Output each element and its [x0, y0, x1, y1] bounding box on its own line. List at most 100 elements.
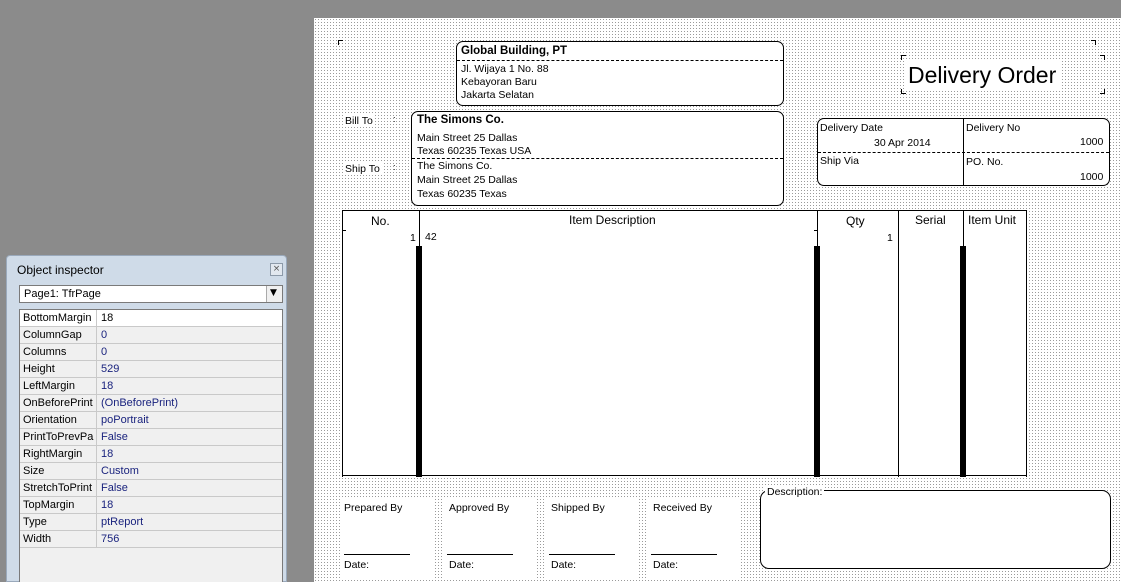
property-grid[interactable]: BottomMargin 18 ColumnGap 0 Columns 0 Heigh… [19, 309, 283, 582]
ship-via-label[interactable]: Ship Via [820, 155, 859, 167]
property-row[interactable]: Type ptReport [20, 514, 282, 531]
property-row[interactable]: Height 529 [20, 361, 282, 378]
property-value[interactable]: Custom [101, 463, 139, 479]
bill-to-line-2[interactable]: Texas 60235 Texas USA [417, 145, 531, 157]
ship-to-name[interactable]: The Simons Co. [417, 160, 492, 172]
property-name: Width [20, 531, 97, 547]
column-separator [419, 210, 420, 250]
title-frame-corner [901, 55, 906, 60]
company-address-1[interactable]: Jl. Wijaya 1 No. 88 [461, 63, 549, 75]
title-frame-corner [1100, 55, 1105, 60]
ship-to-label[interactable]: Ship To [343, 163, 382, 175]
property-row[interactable]: Size Custom [20, 463, 282, 480]
property-name: TopMargin [20, 497, 97, 513]
property-value[interactable]: 756 [101, 531, 119, 547]
property-name: LeftMargin [20, 378, 97, 394]
company-address-3[interactable]: Jakarta Selatan [461, 89, 534, 101]
property-row[interactable]: Orientation poPortrait [20, 412, 282, 429]
company-address-2[interactable]: Kebayoran Baru [461, 76, 537, 88]
bill-to-line-1[interactable]: Main Street 25 Dallas [417, 132, 517, 144]
band-divider [457, 60, 783, 61]
column-header-no[interactable]: No. [371, 215, 390, 227]
signature-line [447, 554, 513, 555]
dropdown-button[interactable]: ▼ [266, 286, 282, 302]
column-header-item-unit[interactable]: Item Unit [968, 214, 1016, 226]
delivery-date-label[interactable]: Delivery Date [820, 122, 883, 134]
object-inspector-panel[interactable]: Object inspector × Page1: TfrPage ▼ Bott… [6, 255, 287, 582]
column-header-qty[interactable]: Qty [846, 215, 865, 227]
property-value[interactable]: False [101, 429, 128, 445]
property-name: ColumnGap [20, 327, 97, 343]
property-row[interactable]: ColumnGap 0 [20, 327, 282, 344]
property-row[interactable]: PrintToPrevPa False [20, 429, 282, 446]
prepared-by-label[interactable]: Prepared By [344, 502, 402, 514]
property-value[interactable]: False [101, 480, 128, 496]
band-divider [412, 158, 783, 159]
received-by-label[interactable]: Received By [653, 502, 712, 514]
header-tick [342, 230, 346, 231]
item-table[interactable] [342, 210, 1027, 476]
property-value[interactable]: poPortrait [101, 412, 149, 428]
received-by-date-label[interactable]: Date: [653, 559, 678, 571]
page-margin-corner [338, 40, 343, 45]
property-value[interactable]: ptReport [101, 514, 143, 530]
property-row[interactable]: TopMargin 18 [20, 497, 282, 514]
property-value[interactable]: 529 [101, 361, 119, 377]
inspector-title: Object inspector [17, 263, 104, 277]
property-row[interactable]: Columns 0 [20, 344, 282, 361]
object-selector-dropdown[interactable]: Page1: TfrPage ▼ [19, 285, 283, 303]
shipped-by-date-label[interactable]: Date: [551, 559, 576, 571]
row-item-value[interactable]: 42 [425, 231, 437, 243]
property-value[interactable]: 18 [101, 446, 113, 462]
table-border [1026, 210, 1027, 477]
property-name: RightMargin [20, 446, 97, 462]
chevron-down-icon: ▼ [270, 288, 277, 298]
column-header-serial[interactable]: Serial [915, 214, 946, 226]
delivery-date-value[interactable]: 30 Apr 2014 [874, 137, 931, 149]
property-value[interactable]: 0 [101, 327, 107, 343]
ship-to-line-2[interactable]: Texas 60235 Texas [417, 188, 507, 200]
column-separator [960, 246, 966, 477]
row-no-value[interactable]: 1 [410, 232, 416, 244]
property-value[interactable]: 18 [101, 497, 113, 513]
bill-to-colon: : [393, 114, 396, 124]
shipped-by-label[interactable]: Shipped By [551, 502, 605, 514]
title-frame-corner [1100, 89, 1105, 94]
property-value[interactable]: 18 [101, 310, 113, 326]
property-value[interactable]: 0 [101, 344, 107, 360]
po-no-value[interactable]: 1000 [1080, 171, 1103, 183]
property-row[interactable]: BottomMargin 18 [20, 310, 282, 327]
description-label[interactable]: Description: [765, 486, 825, 498]
property-row[interactable]: RightMargin 18 [20, 446, 282, 463]
property-name: Columns [20, 344, 97, 360]
property-row[interactable]: LeftMargin 18 [20, 378, 282, 395]
bill-to-name[interactable]: The Simons Co. [417, 114, 504, 126]
band-divider [818, 152, 1109, 153]
approved-by-date-label[interactable]: Date: [449, 559, 474, 571]
property-value[interactable]: (OnBeforePrint) [101, 395, 178, 411]
prepared-by-date-label[interactable]: Date: [344, 559, 369, 571]
ship-to-line-1[interactable]: Main Street 25 Dallas [417, 174, 517, 186]
property-name: Type [20, 514, 97, 530]
ship-to-colon: : [393, 162, 396, 172]
column-separator [814, 246, 820, 477]
po-no-label[interactable]: PO. No. [966, 156, 1003, 168]
property-value[interactable]: 18 [101, 378, 113, 394]
delivery-no-value[interactable]: 1000 [1080, 136, 1103, 148]
column-header-item-description[interactable]: Item Description [569, 214, 656, 226]
bill-to-label[interactable]: Bill To [343, 115, 375, 127]
company-name[interactable]: Global Building, PT [461, 45, 567, 57]
delivery-no-label[interactable]: Delivery No [966, 122, 1020, 134]
report-title[interactable]: Delivery Order [904, 61, 1061, 89]
close-icon[interactable]: × [270, 263, 283, 276]
report-page[interactable]: Global Building, PT Jl. Wijaya 1 No. 88 … [314, 18, 1121, 582]
property-row[interactable]: Width 756 [20, 531, 282, 548]
property-row[interactable]: OnBeforePrint (OnBeforePrint) [20, 395, 282, 412]
selected-object-label: Page1: TfrPage [24, 288, 101, 300]
property-row[interactable]: StretchToPrint False [20, 480, 282, 497]
approved-by-label[interactable]: Approved By [449, 502, 509, 514]
property-name: OnBeforePrint [20, 395, 97, 411]
description-box[interactable] [760, 490, 1111, 569]
row-qty-value[interactable]: 1 [887, 232, 893, 244]
property-name: Height [20, 361, 97, 377]
